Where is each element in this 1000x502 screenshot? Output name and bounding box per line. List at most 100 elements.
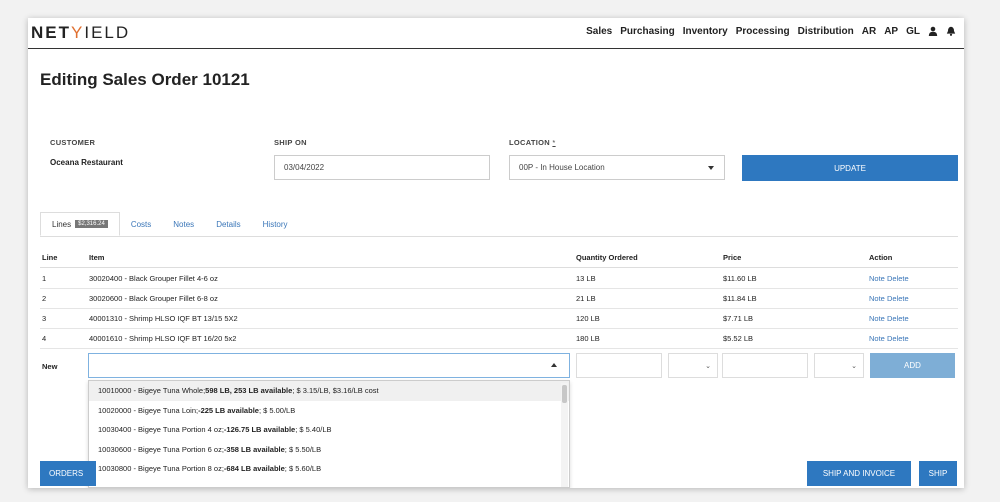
table-row: 2 30020600 - Black Grouper Fillet 6-8 oz… <box>40 288 958 309</box>
header-item: Item <box>89 253 105 262</box>
option-item: 10020000 - Bigeye Tuna Loin; <box>98 405 199 415</box>
logo-net: NET <box>31 23 71 42</box>
row-quantity: 180 LB <box>576 333 600 343</box>
ship-on-input[interactable]: 03/04/2022 <box>274 155 490 180</box>
page-title: Editing Sales Order 10121 <box>40 70 250 89</box>
tab-history[interactable]: History <box>252 212 299 236</box>
ship-on-label: SHIP ON <box>274 138 307 147</box>
row-item: 40001610 - Shrimp HLSO IQF BT 16/20 5x2 <box>89 333 237 343</box>
nav-inventory[interactable]: Inventory <box>683 26 728 39</box>
delete-link[interactable]: Delete <box>887 314 909 323</box>
chevron-down-icon: ⌄ <box>705 363 711 370</box>
option-price: ; $ 5.00/LB <box>258 405 296 415</box>
row-quantity: 21 LB <box>576 293 596 303</box>
row-line: 3 <box>42 313 47 323</box>
row-item: 30020600 - Black Grouper Fillet 6-8 oz <box>89 293 218 303</box>
dropdown-option[interactable]: 10020000 - Bigeye Tuna Loin; -225 LB ava… <box>89 401 569 421</box>
add-line-button[interactable]: ADD <box>870 353 955 378</box>
dropdown-option[interactable]: 10030800 - Bigeye Tuna Portion 8 oz; -68… <box>89 459 569 479</box>
location-select[interactable]: 00P - In House Location <box>509 155 725 180</box>
new-quantity-unit-select[interactable]: ⌄ <box>668 353 718 378</box>
ship-and-invoice-button[interactable]: SHIP AND INVOICE <box>807 461 911 486</box>
row-price: $7.71 LB <box>723 313 754 323</box>
option-item: 10010000 - Bigeye Tuna Whole; <box>98 386 206 396</box>
nav-gl[interactable]: GL <box>906 26 920 39</box>
tab-notes[interactable]: Notes <box>162 212 205 236</box>
note-link[interactable]: Note <box>869 314 885 323</box>
row-price: $5.52 LB <box>723 333 754 343</box>
chevron-down-icon: ⌄ <box>851 363 857 370</box>
dropdown-option[interactable]: 10030600 - Bigeye Tuna Portion 6 oz; -35… <box>89 440 569 460</box>
option-item: 10030600 - Bigeye Tuna Portion 6 oz; <box>98 444 224 454</box>
nav-distribution[interactable]: Distribution <box>798 26 854 39</box>
dropdown-option[interactable]: 10010000 - Bigeye Tuna Whole; 598 LB, 25… <box>89 381 569 401</box>
ship-button[interactable]: SHIP <box>919 461 957 486</box>
header-line: Line <box>42 253 58 262</box>
note-link[interactable]: Note <box>869 294 885 303</box>
new-price-input[interactable] <box>722 353 808 378</box>
table-row: 4 40001610 - Shrimp HLSO IQF BT 16/20 5x… <box>40 328 958 349</box>
nav-sales[interactable]: Sales <box>586 26 612 39</box>
nav-ap[interactable]: AP <box>884 26 898 39</box>
option-availability: -684 LB available <box>223 464 285 474</box>
delete-link[interactable]: Delete <box>887 334 909 343</box>
top-navigation: NETYIELD Sales Purchasing Inventory Proc… <box>28 18 964 49</box>
nav-purchasing[interactable]: Purchasing <box>620 26 674 39</box>
customer-value: Oceana Restaurant <box>50 158 123 167</box>
header-price: Price <box>723 253 742 262</box>
lines-total-badge: $2,316.24 <box>75 220 108 228</box>
logo-ield: IELD <box>84 23 131 42</box>
logo-y: Y <box>71 23 85 42</box>
location-label-text: LOCATION <box>509 138 551 147</box>
row-actions: Note Delete <box>869 288 909 308</box>
location-value: 00P - In House Location <box>519 163 605 172</box>
option-price: ; $ 5.50/LB <box>284 444 322 454</box>
nav-processing[interactable]: Processing <box>736 26 790 39</box>
row-line: 2 <box>42 293 47 303</box>
tab-divider <box>40 236 958 237</box>
delete-link[interactable]: Delete <box>887 294 909 303</box>
tab-bar: Lines $2,316.24 Costs Notes Details Histo… <box>40 212 299 236</box>
nav-ar[interactable]: AR <box>862 26 876 39</box>
new-quantity-input[interactable] <box>576 353 662 378</box>
table-header: Line Item Quantity Ordered Price Action <box>40 248 958 268</box>
tab-details[interactable]: Details <box>205 212 251 236</box>
row-price: $11.84 LB <box>723 293 757 303</box>
note-link[interactable]: Note <box>869 334 885 343</box>
option-price: ; $ 5.40/LB <box>295 425 332 435</box>
chevron-down-icon <box>708 165 714 170</box>
row-line: 4 <box>42 333 47 343</box>
dropdown-option[interactable]: 10030400 - Bigeye Tuna Portion 4 oz; -12… <box>89 420 569 440</box>
row-price: $11.60 LB <box>723 273 757 283</box>
option-availability: 598 LB, 253 LB available <box>205 386 293 396</box>
update-button[interactable]: UPDATE <box>742 155 958 181</box>
customer-label: CUSTOMER <box>50 138 96 147</box>
note-link[interactable]: Note <box>869 274 885 283</box>
required-marker: * <box>552 138 556 147</box>
row-actions: Note Delete <box>869 268 909 288</box>
option-item: 10030400 - Bigeye Tuna Portion 4 oz; <box>98 425 224 435</box>
user-icon[interactable] <box>928 26 938 39</box>
dropdown-scroll-thumb[interactable] <box>562 385 567 403</box>
delete-link[interactable]: Delete <box>887 274 909 283</box>
header-quantity: Quantity Ordered <box>576 253 638 262</box>
row-item: 40001310 - Shrimp HLSO IQF BT 13/15 5X2 <box>89 313 238 323</box>
table-row: 1 30020400 - Black Grouper Fillet 4-6 oz… <box>40 268 958 289</box>
row-line: 1 <box>42 273 47 283</box>
tab-lines[interactable]: Lines $2,316.24 <box>40 212 120 236</box>
option-item: 10030800 - Bigeye Tuna Portion 8 oz; <box>98 464 224 474</box>
new-price-unit-select[interactable]: ⌄ <box>814 353 864 378</box>
row-quantity: 120 LB <box>576 313 600 323</box>
new-item-select[interactable] <box>88 353 570 378</box>
bell-icon[interactable] <box>946 26 956 39</box>
option-availability: -358 LB available <box>223 444 285 454</box>
header-action: Action <box>869 253 893 262</box>
option-price: ; $ 3.15/LB, $3.16/LB cost <box>292 386 379 396</box>
netyield-logo[interactable]: NETYIELD <box>31 23 130 43</box>
row-actions: Note Delete <box>869 328 909 348</box>
location-label: LOCATION * <box>509 138 556 147</box>
new-row-label: New <box>42 362 58 371</box>
row-actions: Note Delete <box>869 308 909 328</box>
orders-button[interactable]: ORDERS <box>40 461 96 486</box>
tab-costs[interactable]: Costs <box>120 212 162 236</box>
